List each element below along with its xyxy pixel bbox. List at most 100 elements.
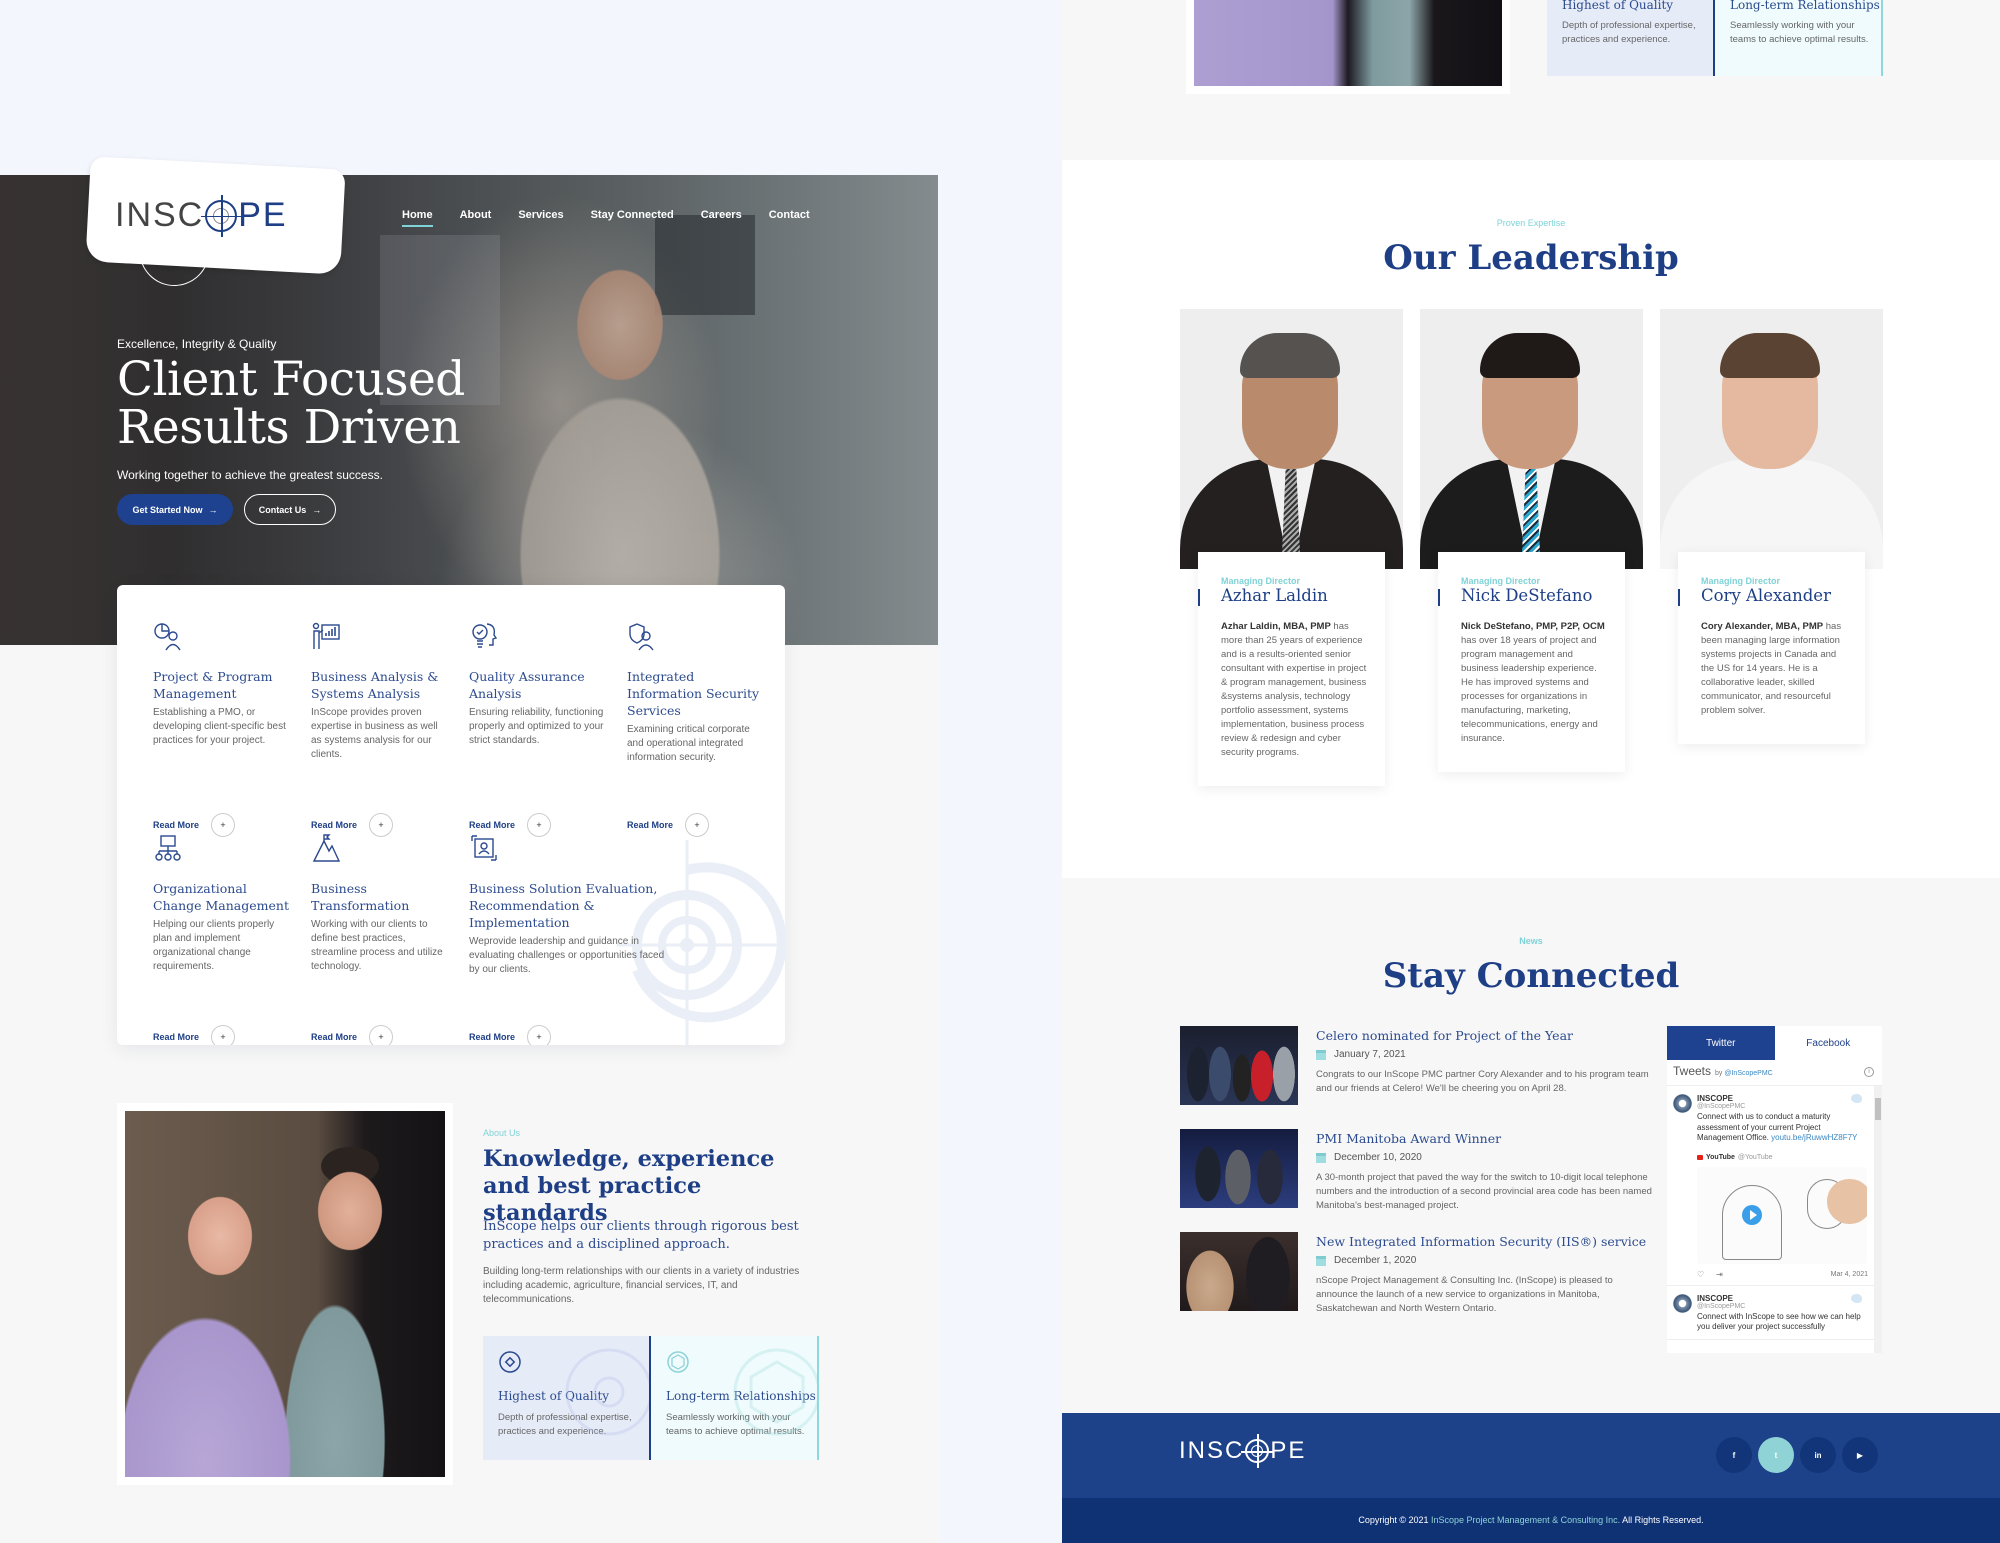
youtube-button[interactable]: ▶ [1842, 1437, 1878, 1473]
nav-contact[interactable]: Contact [769, 209, 810, 227]
arrow-right-icon: → [312, 504, 322, 515]
service-description: Establishing a PMO, or developing client… [153, 707, 286, 746]
news-date: January 7, 2021 [1316, 1049, 1406, 1060]
tweet-handle[interactable]: @InScopePMC [1697, 1303, 1868, 1310]
tweets-handle-link[interactable]: @InScopePMC [1724, 1070, 1772, 1077]
tweet-actions: ♡ ⇥ Mar 4, 2021 [1697, 1270, 1868, 1279]
news-item: New Integrated Information Security (IIS… [1180, 1232, 1650, 1314]
tweet-link[interactable]: youtu.be/jRuwwHZ8F7Y [1771, 1133, 1857, 1142]
tweet-author[interactable]: INSCOPE [1697, 1294, 1868, 1303]
twitter-button[interactable]: t [1758, 1437, 1794, 1473]
plus-icon[interactable]: + [527, 1025, 552, 1045]
like-icon[interactable]: ♡ [1697, 1270, 1704, 1279]
news-thumbnail[interactable] [1180, 1026, 1298, 1105]
scrollbar-thumb[interactable] [1875, 1098, 1881, 1120]
avatar[interactable] [1673, 1293, 1692, 1313]
feed-scrollbar[interactable] [1874, 1086, 1882, 1353]
news-title-link[interactable]: PMI Manitoba Award Winner [1316, 1131, 1501, 1146]
calendar-icon [1316, 1049, 1326, 1060]
twitter-bird-icon[interactable] [1851, 1094, 1862, 1103]
feature-highest-quality: Highest of Quality Depth of professional… [483, 1336, 651, 1460]
service-item: Business Analysis & Systems Analysis InSc… [311, 621, 451, 837]
leader-card: Managing Director Azhar Laldin Azhar Laldi… [1180, 309, 1403, 786]
news-date-text: December 1, 2020 [1334, 1255, 1417, 1266]
leader-role: Managing Director [1221, 576, 1301, 586]
news-title-link[interactable]: Celero nominated for Project of the Year [1316, 1028, 1573, 1043]
company-link[interactable]: InScope Project Management & Consulting … [1431, 1515, 1620, 1525]
service-title: Organizational Change Management [153, 881, 289, 913]
read-more-label[interactable]: Read More [627, 820, 673, 830]
news-thumbnail[interactable] [1180, 1129, 1298, 1208]
news-date: December 1, 2020 [1316, 1255, 1416, 1266]
leader-name: Cory Alexander [1678, 586, 1851, 606]
leader-credentials: Nick DeStefano, PMP, P2P, OCM [1461, 621, 1605, 632]
feature-title: Highest of Quality [1562, 0, 1674, 12]
person-arrows-icon [471, 835, 497, 861]
nav-careers[interactable]: Careers [701, 209, 742, 227]
tab-twitter[interactable]: Twitter [1667, 1026, 1775, 1060]
embed-source-name: YouTube [1706, 1153, 1735, 1161]
tab-facebook[interactable]: Facebook [1775, 1026, 1883, 1060]
nav-about[interactable]: About [460, 209, 492, 227]
linkedin-icon: in [1814, 1450, 1822, 1460]
read-more-link[interactable]: Read More + [153, 1025, 236, 1045]
footer-logo[interactable]: INSC PE [1179, 1434, 1306, 1468]
read-more-link[interactable]: Read More + [469, 1025, 552, 1045]
service-item: Quality Assurance Analysis Ensuring relia… [469, 621, 609, 837]
lightbulb-head-icon [472, 623, 498, 648]
read-more-label[interactable]: Read More [311, 820, 357, 830]
info-icon[interactable]: i [1864, 1067, 1874, 1077]
service-item: Organizational Change Management Helping … [153, 833, 293, 1045]
leader-photo [1420, 309, 1643, 569]
play-icon[interactable] [1742, 1204, 1762, 1225]
services-card: Project & Program Management Establishing… [117, 585, 785, 1045]
tweet-date[interactable]: Mar 4, 2021 [1831, 1271, 1868, 1278]
service-title: Integrated Information Security Services [627, 669, 760, 718]
read-more-link[interactable]: Read More + [311, 1025, 394, 1045]
leader-credentials: Cory Alexander, MBA, PMP [1701, 621, 1824, 632]
news-title-link[interactable]: New Integrated Information Security (IIS… [1316, 1234, 1646, 1249]
quality-watermark-icon [565, 1348, 649, 1436]
leadership-section: Proven Expertise Our Leadership Managing… [1062, 160, 2000, 878]
linkedin-button[interactable]: in [1800, 1437, 1836, 1473]
service-description: Examining critical corporate and operati… [627, 724, 750, 763]
about-photo-frame [117, 1103, 453, 1485]
arrow-right-icon: → [208, 504, 218, 515]
nav-home[interactable]: Home [402, 209, 433, 227]
tweet-feed[interactable]: INSCOPE @InScopePMC Connect with us to c… [1667, 1086, 1882, 1353]
tweet-video-embed[interactable] [1697, 1166, 1867, 1264]
read-more-label[interactable]: Read More [153, 1032, 199, 1042]
leader-bio: Nick DeStefano, PMP, P2P, OCM has over 1… [1461, 620, 1611, 746]
nav-services[interactable]: Services [518, 209, 563, 227]
tweets-by: by @InScopePMC [1715, 1070, 1773, 1077]
calendar-icon [1316, 1255, 1326, 1266]
presentation-chart-icon [312, 622, 340, 649]
share-icon[interactable]: ⇥ [1716, 1270, 1723, 1279]
hero-subtitle: Working together to achieve the greatest… [117, 468, 383, 482]
plus-icon[interactable]: + [685, 813, 710, 837]
plus-icon[interactable]: + [211, 1025, 236, 1045]
stay-connected-title: Stay Connected [1382, 956, 1680, 996]
contact-us-button[interactable]: Contact Us → [244, 494, 336, 525]
read-more-label[interactable]: Read More [469, 820, 515, 830]
service-title: Business Solution Evaluation, Recommenda… [469, 881, 658, 930]
news-thumbnail[interactable] [1180, 1232, 1298, 1311]
nav-stay-connected[interactable]: Stay Connected [591, 209, 674, 227]
tweet-item: INSCOPE @InScopePMC Connect with InScope… [1667, 1286, 1882, 1340]
service-item: Integrated Information Security Services… [627, 621, 767, 837]
leadership-title: Our Leadership [1383, 238, 1679, 278]
read-more-label[interactable]: Read More [469, 1032, 515, 1042]
twitter-bird-icon[interactable] [1851, 1293, 1862, 1303]
read-more-label[interactable]: Read More [311, 1032, 357, 1042]
tweet-handle[interactable]: @InScopePMC [1697, 1103, 1868, 1110]
tweet-author[interactable]: INSCOPE [1697, 1094, 1868, 1103]
avatar[interactable] [1673, 1094, 1692, 1113]
get-started-button[interactable]: Get Started Now → [117, 494, 233, 525]
leader-photo [1180, 309, 1403, 569]
plus-icon[interactable]: + [369, 1025, 394, 1045]
read-more-label[interactable]: Read More [153, 820, 199, 830]
header-logo[interactable]: INSC PE [115, 194, 288, 237]
feature-highest-quality-continued: Highest of Quality Depth of professional… [1547, 0, 1715, 76]
service-title: Quality Assurance Analysis [469, 669, 585, 701]
facebook-button[interactable]: f [1716, 1437, 1752, 1473]
